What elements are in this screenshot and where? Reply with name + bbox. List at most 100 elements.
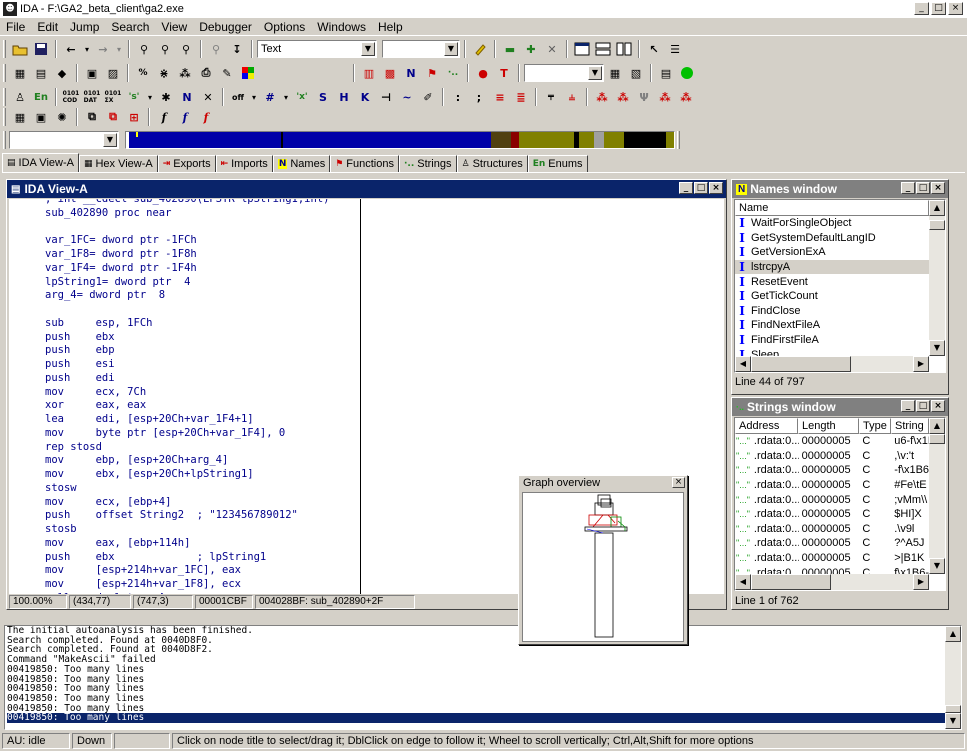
code-line[interactable]: push esi — [45, 358, 360, 372]
enum-en-icon[interactable]: En — [31, 87, 51, 107]
names-column-header[interactable]: Name — [735, 200, 929, 216]
names-maximize-button[interactable]: □ — [916, 182, 930, 194]
segment-table-icon[interactable]: ▦ — [10, 63, 30, 83]
code-line[interactable]: stosw — [45, 482, 360, 496]
anterior-lines-icon[interactable]: ≡ — [490, 87, 510, 107]
code-line[interactable]: push ebp — [45, 344, 360, 358]
name-n-icon[interactable]: N — [401, 63, 421, 83]
code-line[interactable]: lea edi, [esp+20Ch+var_1F4+1] — [45, 413, 360, 427]
back-dropdown-icon[interactable]: ▾ — [82, 39, 92, 59]
tab-imports[interactable]: ⇤ Imports — [215, 155, 273, 172]
tab-functions[interactable]: ⚑ Functions — [330, 155, 399, 172]
code-line[interactable]: ; int __cdecl sub_402890(LPSTR lpString1… — [45, 199, 360, 207]
pencil-icon[interactable]: ✐ — [418, 87, 438, 107]
tab-ida-view-a[interactable]: ▤ IDA View-A — [2, 153, 79, 172]
tab-strings[interactable]: ·.. Strings — [398, 155, 457, 172]
graph-overview-close-button[interactable]: × — [672, 477, 685, 488]
strings-table-row[interactable]: "..." .rdata:0... 00000005 C ,\v:'t — [735, 449, 929, 464]
strings-vscrollbar[interactable]: ▲ ▼ — [929, 418, 945, 574]
close-button[interactable]: × — [948, 2, 963, 15]
names-list-item[interactable]: I ResetEvent — [735, 274, 929, 289]
scroll-right-icon[interactable]: ▶ — [913, 356, 929, 372]
code-line[interactable]: call ds:lstrcpyA — [45, 592, 360, 594]
code-line[interactable]: push edi — [45, 372, 360, 386]
menu-jump[interactable]: Jump — [64, 20, 105, 34]
strings-table-row[interactable]: "...".rdata:0...00000005 Cu6-f\x1B — [735, 434, 929, 449]
code-line[interactable]: mov ebx, [esp+20Ch+lpString1] — [45, 468, 360, 482]
binary-data-icon[interactable]: 0101 DAT — [82, 87, 102, 107]
code-line[interactable]: mov [esp+214h+var_1FC], eax — [45, 564, 360, 578]
window-layout-1-icon[interactable] — [572, 39, 592, 59]
code-line[interactable]: sub_402890 proc near — [45, 207, 360, 221]
strings-table-row[interactable]: "..." .rdata:0... 00000005 C $HI]X — [735, 507, 929, 522]
menu-file[interactable]: File — [0, 20, 31, 34]
register-x-icon[interactable]: ▧ — [626, 63, 646, 83]
navigation-band[interactable] — [125, 131, 675, 149]
ida-view-minimize-button[interactable]: _ — [679, 182, 693, 194]
code-node[interactable]: ; int __cdecl sub_402890(LPSTR lpString1… — [9, 199, 361, 594]
names-scroll-thumb[interactable] — [929, 220, 945, 230]
tab-enums[interactable]: En Enums — [527, 155, 588, 172]
scroll-down-icon[interactable]: ▼ — [945, 713, 961, 729]
tab-structures[interactable]: ♙ Structures — [456, 155, 528, 172]
xref-graph-to-icon[interactable]: ⁂ — [592, 87, 612, 107]
percent-icon[interactable]: % — [133, 63, 153, 83]
minimize-button[interactable]: _ — [914, 2, 929, 15]
number-dropdown-icon[interactable]: ▾ — [281, 87, 291, 107]
flow-chart-icon[interactable]: ⁂ — [175, 63, 195, 83]
strings-hscrollbar[interactable]: ◀ ▶ — [735, 574, 929, 590]
code-line[interactable]: var_1F4= dword ptr -1F4h — [45, 262, 360, 276]
navigation-combo[interactable]: ▼ — [9, 131, 119, 149]
names-list-item[interactable]: I GetSystemDefaultLangID — [735, 231, 929, 246]
code-line[interactable]: var_1FC= dword ptr -1FCh — [45, 234, 360, 248]
names-list-item[interactable]: IlstrcpyA — [735, 259, 929, 275]
strings-table-row[interactable]: "..." .rdata:0... 00000005 C #Fe\tE — [735, 478, 929, 493]
code-line[interactable]: xor eax, eax — [45, 399, 360, 413]
document-icon[interactable]: ▤ — [656, 63, 676, 83]
struct-icon[interactable]: ▥ — [359, 63, 379, 83]
code-line[interactable]: push ebx ; lpString1 — [45, 551, 360, 565]
output-window[interactable]: The initial autoanalysis has been finish… — [4, 625, 962, 730]
dots-icon[interactable]: ·.. — [443, 63, 463, 83]
number-hash-icon[interactable]: # — [260, 87, 280, 107]
code-line[interactable]: mov ecx, [ebp+4] — [45, 496, 360, 510]
collapse-icon[interactable]: ▬ — [500, 39, 520, 59]
strings-hscroll-thumb[interactable] — [751, 574, 831, 590]
scroll-down-icon[interactable]: ▼ — [929, 340, 945, 356]
forward-arrow-icon[interactable]: → — [93, 39, 113, 59]
gear-icon[interactable]: ✺ — [52, 107, 72, 127]
string-dropdown-icon[interactable]: ▾ — [145, 87, 155, 107]
address-combo[interactable]: ▼ — [524, 64, 604, 82]
binary-explore-icon[interactable]: 0101 ΣX — [103, 87, 123, 107]
back-arrow-icon[interactable]: ← — [61, 39, 81, 59]
offset-icon[interactable]: off — [228, 87, 248, 107]
user-xref-icon[interactable]: Ψ — [634, 87, 654, 107]
tab-hex-view-a[interactable]: ▦ Hex View-A — [78, 155, 158, 172]
strings-scroll-thumb[interactable] — [929, 434, 945, 444]
hex-h-icon[interactable]: H — [334, 87, 354, 107]
negate-icon[interactable]: ⊣ — [376, 87, 396, 107]
names-list-item[interactable]: I WaitForSingleObject — [735, 216, 929, 231]
list-view-icon[interactable]: ☰ — [665, 39, 685, 59]
code-line[interactable]: mov ecx, 7Ch — [45, 386, 360, 400]
repeat-comment-icon[interactable]: ; — [469, 87, 489, 107]
graph-chart-icon[interactable]: ⫧ — [541, 87, 561, 107]
calc-icon[interactable]: ▦ — [10, 107, 30, 127]
code-line[interactable] — [45, 221, 360, 235]
scroll-down-icon[interactable]: ▼ — [929, 558, 945, 574]
menu-search[interactable]: Search — [105, 20, 155, 34]
green-status-icon[interactable] — [677, 63, 697, 83]
tile-windows-icon[interactable]: ⧉ — [103, 107, 123, 127]
register-icon[interactable]: ▦ — [605, 63, 625, 83]
strings-table-row[interactable]: "..." .rdata:0... 00000005 C >|B1K — [735, 551, 929, 566]
save-icon[interactable] — [31, 39, 51, 59]
menu-debugger[interactable]: Debugger — [193, 20, 258, 34]
function-edit-icon[interactable]: f — [175, 107, 195, 127]
code-line[interactable]: mov ebp, [esp+20Ch+arg_4] — [45, 454, 360, 468]
menu-help[interactable]: Help — [372, 20, 409, 34]
breakpoint-icon[interactable]: ● — [473, 63, 493, 83]
forward-dropdown-icon[interactable]: ▾ — [114, 39, 124, 59]
bitwise-not-icon[interactable]: ~ — [397, 87, 417, 107]
segment-combo[interactable]: ▼ — [382, 40, 460, 58]
structure-person-icon[interactable]: ♙ — [10, 87, 30, 107]
